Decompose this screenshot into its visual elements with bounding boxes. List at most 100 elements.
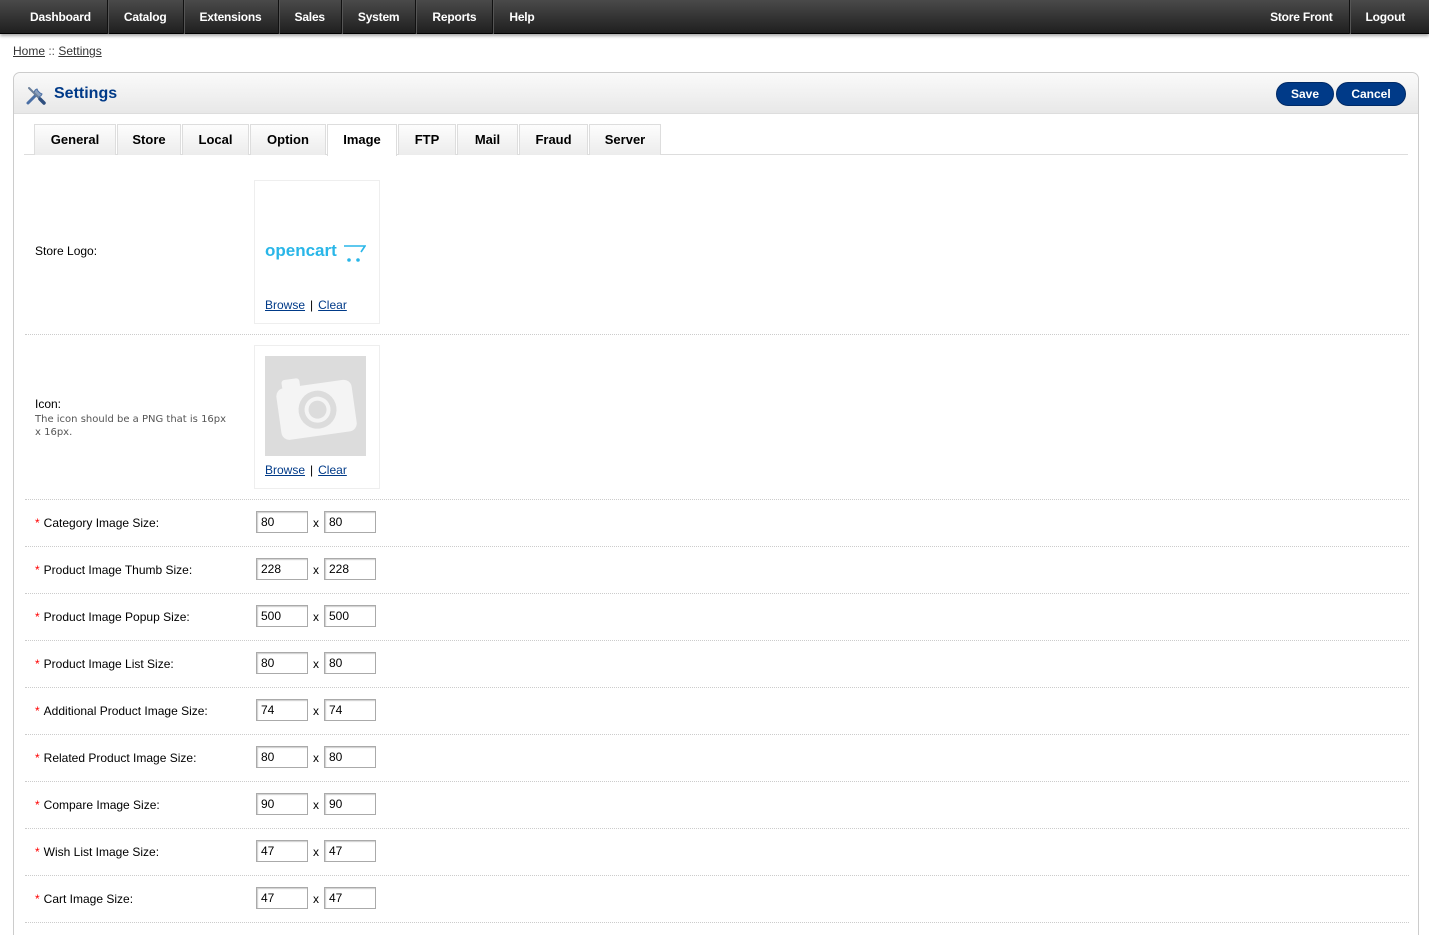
size-separator: x (313, 751, 319, 765)
menu-help[interactable]: Help (493, 0, 550, 34)
panel-heading: Settings Save Cancel (14, 73, 1418, 114)
product-popup-size-row: *Product Image Popup Size: x (25, 594, 1409, 641)
related-image-size-row: *Related Product Image Size: x (25, 735, 1409, 782)
icon-browse-link[interactable]: Browse (265, 463, 305, 477)
width-input[interactable] (256, 746, 308, 768)
breadcrumb-settings-link[interactable]: Settings (58, 44, 101, 58)
store-logo-links: Browse | Clear (265, 298, 347, 312)
tab-server[interactable]: Server (589, 124, 661, 155)
height-input[interactable] (324, 793, 376, 815)
logo-brand-text: opencart (265, 241, 337, 260)
settings-tabs: General Store Local Option Image FTP Mai… (24, 123, 1408, 156)
store-logo-clear-link[interactable]: Clear (318, 298, 347, 312)
tab-image[interactable]: Image (327, 124, 397, 156)
cancel-button[interactable]: Cancel (1336, 82, 1406, 106)
icon-image (265, 356, 366, 456)
store-logo-row: Store Logo: opencart Browse | Clear (25, 170, 1409, 335)
width-input[interactable] (256, 887, 308, 909)
height-input[interactable] (324, 605, 376, 627)
width-input[interactable] (256, 605, 308, 627)
size-label: * Category Image Size: (35, 516, 159, 530)
size-separator: x (313, 892, 319, 906)
size-label: * Cart Image Size: (35, 892, 133, 906)
menu-dashboard[interactable]: Dashboard (14, 0, 108, 34)
size-separator: x (313, 845, 319, 859)
width-input[interactable] (256, 511, 308, 533)
height-input[interactable] (324, 699, 376, 721)
menu-logout[interactable]: Logout (1350, 0, 1421, 34)
breadcrumb: Home :: Settings (13, 44, 102, 58)
product-thumb-size-row: *Product Image Thumb Size: x (25, 547, 1409, 594)
tab-option[interactable]: Option (250, 124, 326, 155)
additional-image-size-row: *Additional Product Image Size: x (25, 688, 1409, 735)
size-separator: x (313, 516, 319, 530)
required-marker: * (35, 516, 40, 530)
size-separator: x (313, 563, 319, 577)
store-logo-label: Store Logo: (35, 244, 98, 258)
width-input[interactable] (256, 652, 308, 674)
size-label: * Product Image Thumb Size: (35, 563, 192, 577)
size-separator: x (313, 610, 319, 624)
store-logo-box: opencart Browse | Clear (254, 180, 380, 324)
tab-general[interactable]: General (34, 124, 116, 155)
height-input[interactable] (324, 840, 376, 862)
required-marker: * (35, 892, 40, 906)
menu-system[interactable]: System (342, 0, 417, 34)
size-label: * Compare Image Size: (35, 798, 160, 812)
tab-store[interactable]: Store (117, 124, 181, 155)
icon-box: Browse | Clear (254, 345, 380, 489)
width-input[interactable] (256, 793, 308, 815)
link-separator: | (310, 298, 314, 312)
size-label-text: Wish List Image Size: (43, 845, 160, 859)
icon-label-group: Icon: The icon should be a PNG that is 1… (35, 397, 235, 439)
size-separator: x (313, 657, 319, 671)
height-input[interactable] (324, 558, 376, 580)
size-label-text: Product Image Thumb Size: (43, 563, 193, 577)
height-input[interactable] (324, 511, 376, 533)
settings-tools-icon (26, 87, 46, 105)
menu-store-front[interactable]: Store Front (1254, 0, 1350, 34)
width-input[interactable] (256, 840, 308, 862)
required-marker: * (35, 704, 40, 718)
wishlist-image-size-row: *Wish List Image Size: x (25, 829, 1409, 876)
tab-fraud[interactable]: Fraud (519, 124, 588, 155)
tab-mail[interactable]: Mail (457, 124, 518, 155)
page-title: Settings (54, 85, 118, 102)
menu-catalog[interactable]: Catalog (108, 0, 184, 34)
settings-panel: Settings Save Cancel General Store Local… (13, 72, 1419, 935)
store-logo-image: opencart (265, 191, 367, 291)
tab-local[interactable]: Local (182, 124, 249, 155)
breadcrumb-separator: :: (45, 44, 59, 58)
icon-label: Icon: (35, 397, 62, 411)
link-separator: | (310, 463, 314, 477)
breadcrumb-home-link[interactable]: Home (13, 44, 45, 58)
width-input[interactable] (256, 699, 308, 721)
icon-clear-link[interactable]: Clear (318, 463, 347, 477)
height-input[interactable] (324, 887, 376, 909)
size-label: * Related Product Image Size: (35, 751, 196, 765)
size-label-text: Cart Image Size: (43, 892, 134, 906)
icon-row: Icon: The icon should be a PNG that is 1… (25, 335, 1409, 500)
size-label-text: Compare Image Size: (43, 798, 160, 812)
main-menu: Dashboard Catalog Extensions Sales Syste… (14, 0, 551, 34)
menu-reports[interactable]: Reports (416, 0, 494, 34)
size-label-text: Related Product Image Size: (43, 751, 197, 765)
icon-links: Browse | Clear (265, 463, 347, 477)
top-menu-bar: Dashboard Catalog Extensions Sales Syste… (0, 0, 1429, 34)
width-input[interactable] (256, 558, 308, 580)
save-button[interactable]: Save (1276, 82, 1334, 106)
size-label-text: Category Image Size: (43, 516, 160, 530)
size-separator: x (313, 798, 319, 812)
store-logo-browse-link[interactable]: Browse (265, 298, 305, 312)
tab-ftp[interactable]: FTP (398, 124, 456, 155)
user-menu: Store Front Logout (1254, 0, 1421, 34)
height-input[interactable] (324, 746, 376, 768)
camera-placeholder-icon (265, 356, 366, 456)
required-marker: * (35, 751, 40, 765)
opencart-logo: opencart (265, 241, 367, 262)
menu-sales[interactable]: Sales (279, 0, 342, 34)
size-separator: x (313, 704, 319, 718)
menu-extensions[interactable]: Extensions (184, 0, 279, 34)
height-input[interactable] (324, 652, 376, 674)
size-label-text: Product Image List Size: (43, 657, 174, 671)
